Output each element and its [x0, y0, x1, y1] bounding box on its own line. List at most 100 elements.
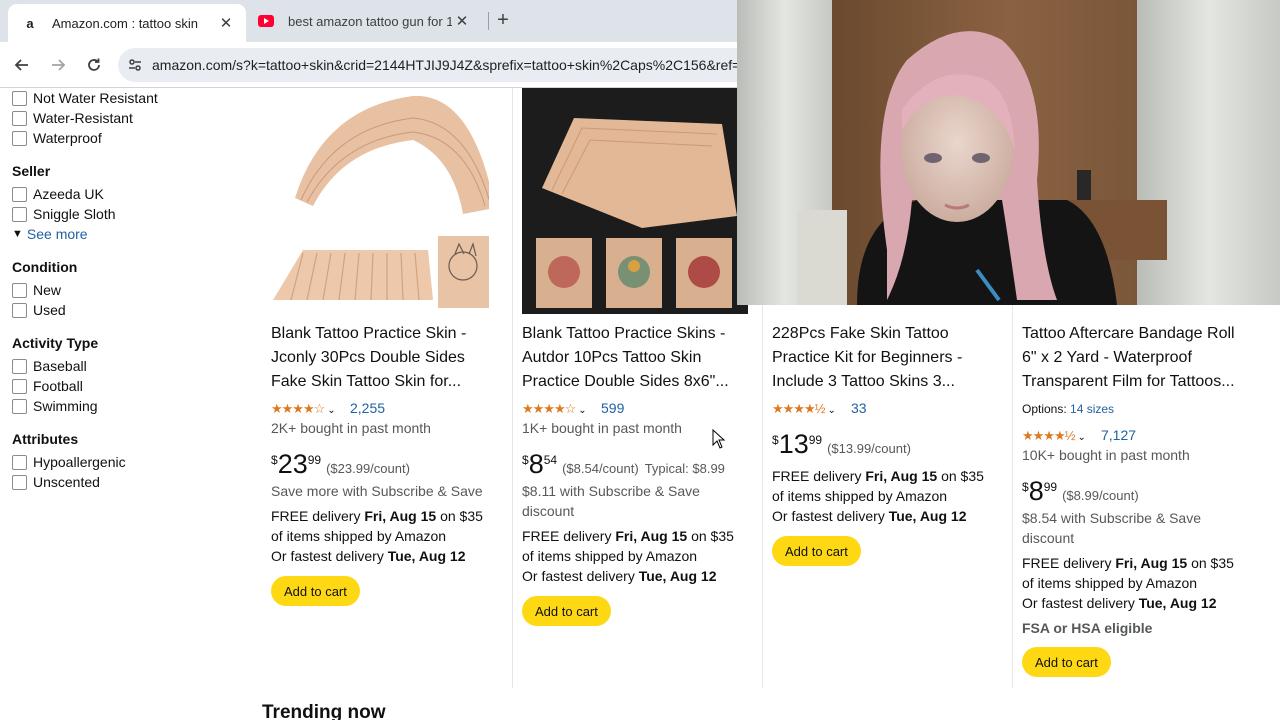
add-to-cart-button[interactable]: Add to cart [522, 596, 611, 626]
price-fraction: 54 [543, 453, 558, 467]
checkbox[interactable] [12, 90, 27, 106]
checkbox[interactable] [12, 282, 27, 298]
filter-swimming[interactable]: Swimming [12, 396, 98, 416]
price-whole: 13 [778, 429, 809, 459]
filter-waterproof[interactable]: Waterproof [12, 128, 102, 148]
checkbox[interactable] [12, 378, 27, 394]
fastest-delivery: Or fastest delivery Tue, Aug 12 [1022, 595, 1217, 611]
see-more-label: See more [26, 226, 88, 242]
price-whole: 8 [1028, 476, 1044, 506]
activity-type-heading: Activity Type [12, 335, 99, 351]
product-title-link[interactable]: 228Pcs Fake Skin Tattoo Practice Kit for… [772, 322, 998, 394]
currency-symbol: $ [522, 453, 529, 467]
product-card: Blank Tattoo Practice Skins - Autdor 10P… [514, 88, 758, 688]
chevron-down-icon: ⌄ [1077, 432, 1086, 443]
filter-label: Unscented [33, 474, 100, 490]
bought-in-past-month: 1K+ bought in past month [522, 420, 682, 436]
checkbox[interactable] [12, 206, 27, 222]
filter-not-water-resistant[interactable]: Not Water Resistant [12, 88, 158, 108]
filter-water-resistant[interactable]: Water-Resistant [12, 108, 133, 128]
star-rating-icon[interactable]: ★★★★½ ⌄ [772, 401, 836, 417]
filter-new[interactable]: New [12, 280, 61, 300]
price-fraction: 99 [307, 453, 322, 467]
currency-symbol: $ [271, 453, 278, 467]
browser-toolbar: amazon.com/s?k=tattoo+skin&crid=2144HTJI… [0, 42, 758, 88]
checkbox[interactable] [12, 186, 27, 202]
checkbox[interactable] [12, 398, 27, 414]
price[interactable]: $ 8 54 ($8.54/count) Typical: $8.99 [522, 450, 725, 478]
product-title-link[interactable]: Blank Tattoo Practice Skin - Jconly 30Pc… [271, 322, 497, 394]
options-link[interactable]: 14 sizes [1070, 402, 1114, 416]
new-tab-plus-icon[interactable]: + [493, 10, 513, 30]
webcam-overlay-video [737, 0, 1280, 305]
checkbox[interactable] [12, 358, 27, 374]
star-rating-icon[interactable]: ★★★★½ ⌄ [1022, 428, 1086, 444]
price-whole: 23 [277, 449, 308, 479]
filter-azeeda-uk[interactable]: Azeeda UK [12, 184, 104, 204]
chevron-down-icon: ▼ [12, 228, 23, 240]
rating-count-link[interactable]: 33 [851, 400, 867, 416]
tab-amazon[interactable]: a Amazon.com : tattoo skin ✕ [8, 4, 246, 42]
checkbox[interactable] [12, 130, 27, 146]
rating-count-link[interactable]: 7,127 [1101, 427, 1136, 443]
address-bar[interactable]: amazon.com/s?k=tattoo+skin&crid=2144HTJI… [118, 48, 758, 82]
filter-football[interactable]: Football [12, 376, 83, 396]
forward-arrow-icon[interactable] [45, 52, 71, 78]
add-to-cart-button[interactable]: Add to cart [772, 536, 861, 566]
filter-hypoallergenic[interactable]: Hypoallergenic [12, 452, 126, 472]
condition-heading: Condition [12, 259, 78, 275]
close-icon[interactable]: ✕ [216, 13, 236, 33]
bought-in-past-month: 2K+ bought in past month [271, 420, 431, 436]
trending-now-heading: Trending now [262, 702, 386, 720]
add-to-cart-button[interactable]: Add to cart [1022, 647, 1111, 677]
checkbox[interactable] [12, 454, 27, 470]
add-to-cart-button[interactable]: Add to cart [271, 576, 360, 606]
subscribe-save-text: $8.54 with Subscribe & Save discount [1022, 510, 1201, 546]
fastest-delivery: Or fastest delivery Tue, Aug 12 [772, 508, 967, 524]
see-more-link[interactable]: ▼ See more [12, 226, 88, 242]
reload-icon[interactable] [81, 52, 107, 78]
star-rating-icon[interactable]: ★★★★☆ ⌄ [522, 401, 587, 417]
price-fraction: 99 [1043, 480, 1058, 494]
bought-in-past-month: 10K+ bought in past month [1022, 447, 1190, 463]
tab-title: Amazon.com : tattoo skin [52, 15, 198, 31]
options-label: Options: [1022, 402, 1071, 416]
delivery-info: FREE delivery Fri, Aug 15 on $35 of item… [1022, 555, 1234, 591]
filter-label: Hypoallergenic [33, 454, 126, 470]
currency-symbol: $ [1022, 480, 1029, 494]
amazon-a-icon: a [26, 15, 34, 31]
checkbox[interactable] [12, 110, 27, 126]
delivery-info: FREE delivery Fri, Aug 15 on $35 of item… [271, 508, 483, 544]
close-icon[interactable]: ✕ [452, 11, 472, 31]
filter-label: Baseball [33, 358, 87, 374]
product-image[interactable] [263, 88, 489, 314]
filter-baseball[interactable]: Baseball [12, 356, 87, 376]
mouse-cursor-icon [712, 429, 726, 449]
tab-separator [488, 12, 489, 30]
checkbox[interactable] [12, 474, 27, 490]
price-fraction: 99 [808, 433, 823, 447]
filter-label: Used [33, 302, 66, 318]
price[interactable]: $ 13 99 ($13.99/count) [772, 430, 911, 458]
typical-price: Typical: $8.99 [644, 461, 725, 476]
checkbox[interactable] [12, 302, 27, 318]
tab-youtube[interactable]: best amazon tattoo gun for 100 ✕ [250, 4, 482, 38]
rating-count-link[interactable]: 2,255 [350, 400, 385, 416]
fastest-delivery: Or fastest delivery Tue, Aug 12 [522, 568, 717, 584]
price[interactable]: $ 8 99 ($8.99/count) [1022, 477, 1139, 505]
filter-sniggle-sloth[interactable]: Sniggle Sloth [12, 204, 116, 224]
filter-used[interactable]: Used [12, 300, 66, 320]
filter-label: New [33, 282, 62, 298]
url-text: amazon.com/s?k=tattoo+skin&crid=2144HTJI… [152, 57, 741, 73]
star-rating-icon[interactable]: ★★★★☆ ⌄ [271, 401, 336, 417]
delivery-info: FREE delivery Fri, Aug 15 on $35 of item… [772, 468, 984, 504]
site-info-tune-icon[interactable] [118, 57, 152, 73]
price-whole: 8 [528, 449, 544, 479]
rating-count-link[interactable]: 599 [601, 400, 624, 416]
filter-unscented[interactable]: Unscented [12, 472, 100, 492]
product-image[interactable] [522, 88, 748, 314]
product-title-link[interactable]: Blank Tattoo Practice Skins - Autdor 10P… [522, 322, 748, 394]
back-arrow-icon[interactable] [9, 52, 35, 78]
product-title-link[interactable]: Tattoo Aftercare Bandage Roll 6" x 2 Yar… [1022, 322, 1248, 394]
price[interactable]: $ 23 99 ($23.99/count) [271, 450, 410, 478]
